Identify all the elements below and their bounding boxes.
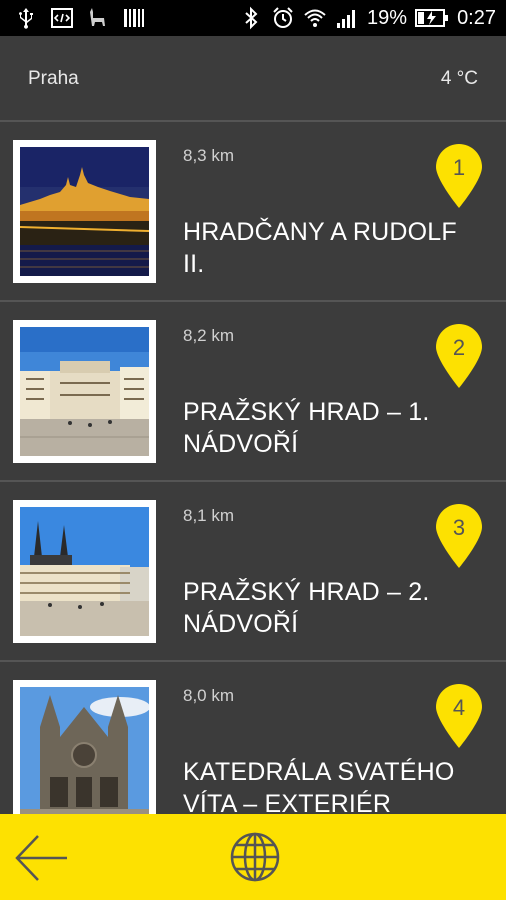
- place-thumbnail: [13, 140, 156, 283]
- clock: 0:27: [457, 6, 496, 29]
- prague-castle-night-image: [20, 147, 149, 276]
- globe-icon[interactable]: [228, 830, 282, 884]
- bluetooth-icon: [245, 6, 258, 30]
- place-distance: 8,3 km: [183, 146, 235, 165]
- signal-icon: [337, 10, 356, 28]
- place-title: KATEDRÁLA SVATÉHO VÍTA – EXTERIÉR: [183, 758, 455, 814]
- wifi-icon: [304, 9, 326, 27]
- castle-courtyard-image: [20, 327, 149, 456]
- llama-icon: [90, 8, 105, 26]
- header: Praha 4 °C: [0, 36, 506, 122]
- list-item[interactable]: 8,2 km PRAŽSKÝ HRAD – 1. NÁDVOŘÍ 2: [0, 302, 506, 482]
- pin-number: 4: [453, 695, 465, 720]
- place-distance: 8,0 km: [183, 686, 235, 705]
- list-item[interactable]: 8,1 km PRAŽSKÝ HRAD – 2. NÁDVOŘÍ 3: [0, 482, 506, 662]
- bottom-bar: [0, 814, 506, 900]
- city-name: Praha: [28, 68, 79, 89]
- pin-number: 1: [453, 155, 465, 180]
- place-thumbnail: [13, 500, 156, 643]
- back-arrow-icon[interactable]: [12, 830, 72, 886]
- place-distance: 8,2 km: [183, 326, 235, 345]
- place-title: HRADČANY A RUDOLF II.: [183, 218, 457, 278]
- place-thumbnail: [13, 320, 156, 463]
- castle-second-courtyard-image: [20, 507, 149, 636]
- list-item[interactable]: 8,0 km KATEDRÁLA SVATÉHO VÍTA – EXTERIÉR…: [0, 662, 506, 814]
- pin-number: 3: [453, 515, 465, 540]
- list-item[interactable]: 8,3 km HRADČANY A RUDOLF II. 1: [0, 122, 506, 302]
- status-bar: 19% 0:27: [0, 0, 506, 36]
- cathedral-exterior-image: [20, 687, 149, 814]
- map-pin-icon: 3: [436, 504, 482, 568]
- battery-percent: 19%: [367, 6, 408, 29]
- alarm-icon: [273, 7, 293, 28]
- place-title: PRAŽSKÝ HRAD – 1. NÁDVOŘÍ: [183, 398, 430, 458]
- place-title: PRAŽSKÝ HRAD – 2. NÁDVOŘÍ: [183, 578, 430, 638]
- pin-number: 2: [453, 335, 465, 360]
- map-pin-icon: 4: [436, 684, 482, 748]
- battery-charging-icon: [415, 9, 449, 27]
- place-thumbnail: [13, 680, 156, 814]
- map-pin-icon: 2: [436, 324, 482, 388]
- place-distance: 8,1 km: [183, 506, 235, 525]
- code-icon: [51, 8, 73, 28]
- temperature: 4 °C: [440, 68, 478, 89]
- places-list: 8,3 km HRADČANY A RUDOLF II. 1 8,2 km PR…: [0, 122, 506, 814]
- map-pin-icon: 1: [436, 144, 482, 208]
- usb-icon: [19, 8, 33, 29]
- barcode-icon: [124, 9, 144, 27]
